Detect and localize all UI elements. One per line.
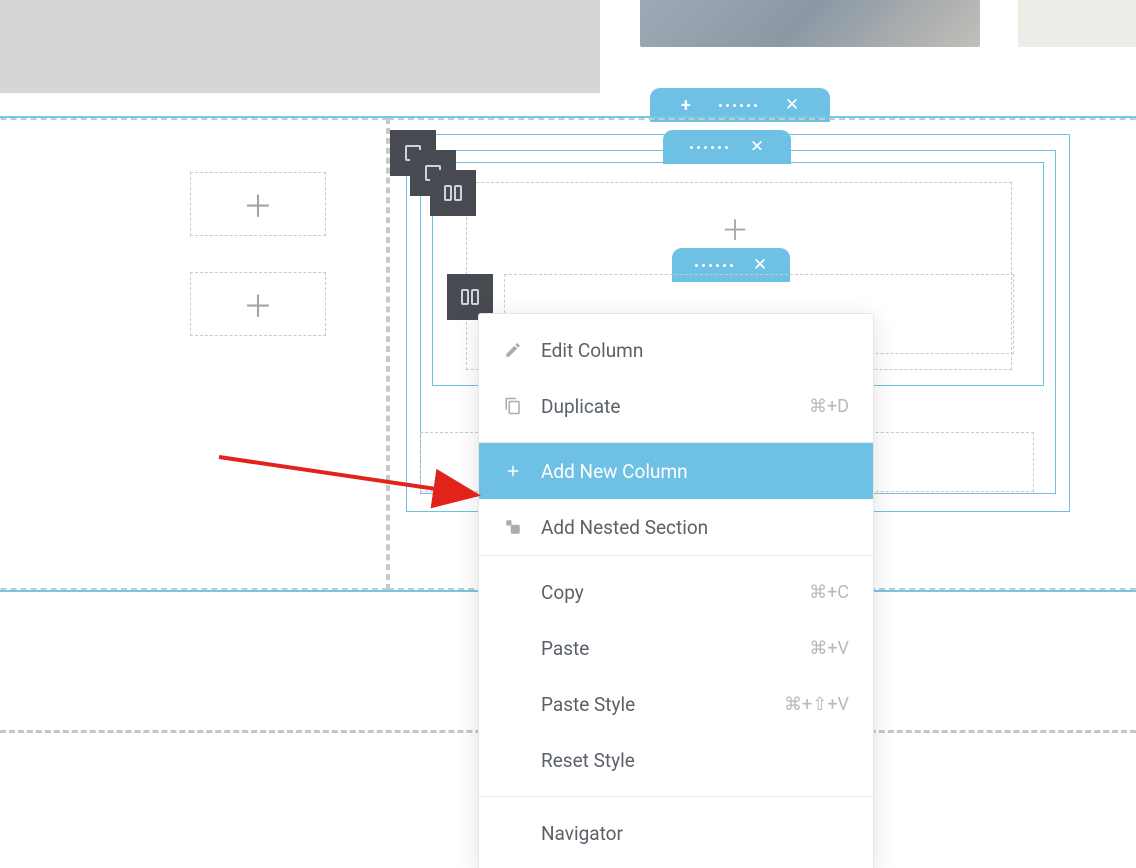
- menu-label: Paste: [541, 637, 791, 660]
- columns-icon: [461, 289, 479, 305]
- menu-label: Add Nested Section: [541, 516, 849, 539]
- menu-shortcut: ⌘+D: [809, 396, 849, 417]
- spacer: [503, 694, 523, 714]
- menu-item-paste[interactable]: Paste ⌘+V: [479, 620, 873, 676]
- nested-section-icon: [503, 517, 523, 537]
- element-handle-3[interactable]: [430, 170, 476, 216]
- spacer: [503, 638, 523, 658]
- menu-item-edit-column[interactable]: Edit Column: [479, 322, 873, 378]
- menu-item-add-new-column[interactable]: Add New Column: [479, 443, 873, 499]
- columns-icon: [444, 185, 462, 201]
- add-widget-inner[interactable]: ＋: [720, 214, 750, 244]
- menu-label: Copy: [541, 581, 791, 604]
- menu-label: Add New Column: [541, 460, 849, 483]
- menu-shortcut: ⌘+V: [809, 638, 849, 659]
- menu-label: Reset Style: [541, 749, 849, 772]
- menu-item-reset-style[interactable]: Reset Style: [479, 732, 873, 788]
- add-widget-slot-2[interactable]: ＋: [190, 272, 326, 336]
- menu-shortcut: ⌘+⇧+V: [784, 694, 849, 715]
- spacer: [503, 750, 523, 770]
- spacer: [503, 823, 523, 843]
- close-icon[interactable]: ✕: [785, 95, 799, 115]
- add-icon[interactable]: +: [681, 95, 691, 116]
- menu-shortcut: ⌘+C: [809, 582, 849, 603]
- menu-item-paste-style[interactable]: Paste Style ⌘+⇧+V: [479, 676, 873, 732]
- menu-item-navigator[interactable]: Navigator: [479, 805, 873, 861]
- image-thumbnail-2: [1018, 0, 1136, 47]
- menu-label: Navigator: [541, 822, 849, 845]
- add-widget-slot-1[interactable]: ＋: [190, 172, 326, 236]
- pencil-icon: [503, 340, 523, 360]
- menu-label: Duplicate: [541, 395, 791, 418]
- drag-icon[interactable]: [719, 104, 757, 107]
- plus-icon: [503, 461, 523, 481]
- duplicate-icon: [503, 396, 523, 416]
- menu-item-copy[interactable]: Copy ⌘+C: [479, 564, 873, 620]
- spacer: [503, 582, 523, 602]
- menu-label: Paste Style: [541, 693, 766, 716]
- image-placeholder: [0, 0, 600, 93]
- menu-item-duplicate[interactable]: Duplicate ⌘+D: [479, 378, 873, 434]
- menu-item-add-nested-section[interactable]: Add Nested Section: [479, 499, 873, 555]
- image-thumbnail: [640, 0, 980, 47]
- context-menu: Edit Column Duplicate ⌘+D Add New Column…: [478, 313, 874, 868]
- menu-label: Edit Column: [541, 339, 849, 362]
